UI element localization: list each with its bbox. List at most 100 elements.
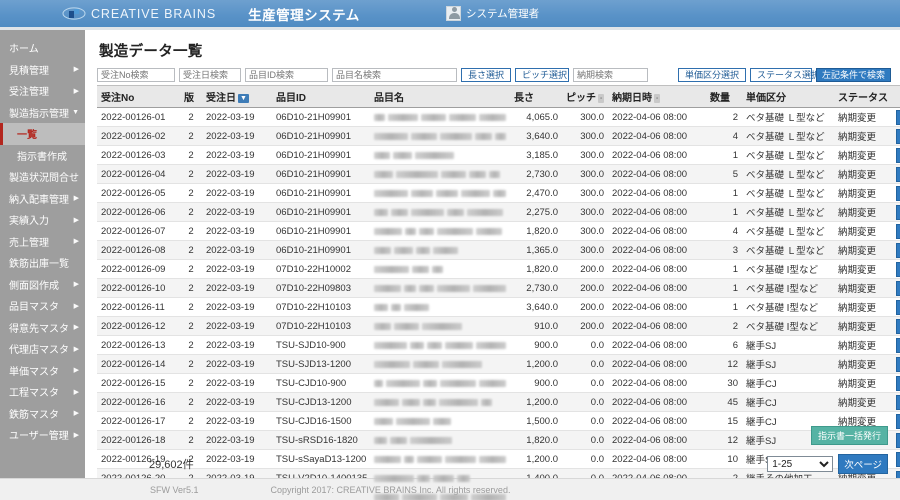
length-select-button[interactable]: 長さ選択 [461, 68, 512, 82]
table-row[interactable]: 2022-00126-13 2 2022-03-19 TSU-SJD10-900 900… [97, 335, 900, 355]
sidebar-item-10[interactable]: 鉄筋出庫一覧 [0, 252, 85, 274]
cell-action[interactable]: 指示書 [892, 259, 900, 279]
issue-instruction-button[interactable]: 指示書 [896, 337, 900, 353]
sidebar-item-8[interactable]: 実績入力 ▶ [0, 209, 85, 231]
issue-instruction-button[interactable]: 指示書 [896, 375, 900, 391]
sidebar-item-1[interactable]: 見積管理 ▶ [0, 59, 85, 81]
issue-instruction-button[interactable]: 指示書 [896, 147, 900, 163]
column-header-4[interactable]: 品目名 [370, 85, 510, 108]
column-header-10[interactable]: ステータス [834, 85, 892, 108]
column-header-0[interactable]: 受注No [97, 85, 180, 108]
sidebar-item-16[interactable]: 工程マスタ ▶ [0, 381, 85, 403]
table-row[interactable]: 2022-00126-11 2 2022-03-19 07D10-22H10103 3,… [97, 297, 900, 317]
table-row[interactable]: 2022-00126-14 2 2022-03-19 TSU-SJD13-1200 1,… [97, 354, 900, 374]
cell-action[interactable]: 指示書 [892, 392, 900, 412]
item-name-search-input[interactable] [332, 68, 457, 82]
table-row[interactable]: 2022-00126-15 2 2022-03-19 TSU-CJD10-900 900… [97, 373, 900, 393]
issue-instruction-button[interactable]: 指示書 [896, 185, 900, 201]
sidebar-item-18[interactable]: ユーザー管理 ▶ [0, 424, 85, 446]
table-row[interactable]: 2022-00126-02 2 2022-03-19 06D10-21H09901 3,… [97, 126, 900, 146]
sort-desc-icon[interactable]: ▼ [238, 94, 249, 103]
cell-action[interactable]: 指示書 [892, 373, 900, 393]
table-row[interactable]: 2022-00126-09 2 2022-03-19 07D10-22H10002 1,… [97, 259, 900, 279]
sidebar-item-12[interactable]: 品目マスタ ▶ [0, 295, 85, 317]
table-row[interactable]: 2022-00126-10 2 2022-03-19 07D10-22H09803 2,… [97, 278, 900, 298]
cell-action[interactable]: 指示書 [892, 411, 900, 431]
user-info[interactable]: システム管理者 [446, 0, 539, 27]
sidebar-item-17[interactable]: 鉄筋マスタ ▶ [0, 403, 85, 425]
column-header-2[interactable]: 受注日 ▼ [202, 85, 272, 108]
table-row[interactable]: 2022-00126-03 2 2022-03-19 06D10-21H09901 3,… [97, 145, 900, 165]
cell-action[interactable]: 指示書 [892, 297, 900, 317]
order-no-search-input[interactable] [97, 68, 175, 82]
table-row[interactable]: 2022-00126-04 2 2022-03-19 06D10-21H09901 2,… [97, 164, 900, 184]
item-id-search-input[interactable] [245, 68, 328, 82]
issue-instruction-button[interactable]: 指示書 [896, 318, 900, 334]
sidebar-item-5[interactable]: 指示書作成 [0, 145, 85, 167]
next-page-button[interactable]: 次ページ [838, 454, 888, 474]
cell-action[interactable]: 指示書 [892, 449, 900, 469]
sidebar-item-4[interactable]: 一覧 [0, 123, 85, 145]
delivery-date-search-input[interactable] [573, 68, 649, 82]
cell-action[interactable]: 指示書 [892, 430, 900, 450]
cell-action[interactable]: 指示書 [892, 335, 900, 355]
sort-none-icon[interactable]: - [654, 94, 661, 103]
column-header-11[interactable] [892, 85, 900, 108]
issue-instruction-button[interactable]: 指示書 [896, 432, 900, 448]
table-row[interactable]: 2022-00126-16 2 2022-03-19 TSU-CJD13-1200 1,… [97, 392, 900, 412]
cell-action[interactable]: 指示書 [892, 354, 900, 374]
cell-action[interactable]: 指示書 [892, 145, 900, 165]
sidebar-item-15[interactable]: 単価マスタ ▶ [0, 360, 85, 382]
issue-instruction-button[interactable]: 指示書 [896, 242, 900, 258]
pitch-select-button[interactable]: ピッチ選択 [515, 68, 570, 82]
issue-instruction-button[interactable]: 指示書 [896, 413, 900, 429]
column-header-6[interactable]: ピッチ - [562, 85, 608, 108]
cell-action[interactable]: 指示書 [892, 278, 900, 298]
sidebar-item-9[interactable]: 売上管理 ▶ [0, 231, 85, 253]
issue-instruction-button[interactable]: 指示書 [896, 261, 900, 277]
sidebar-item-7[interactable]: 納入配車管理 ▶ [0, 188, 85, 210]
sidebar-item-6[interactable]: 製造状況問合せ [0, 166, 85, 188]
search-button[interactable]: 左記条件で検索 [816, 68, 892, 82]
table-row[interactable]: 2022-00126-08 2 2022-03-19 06D10-21H09901 1,… [97, 240, 900, 260]
column-header-9[interactable]: 単価区分 [742, 85, 834, 108]
unit-category-select-button[interactable]: 単価区分選択 [678, 68, 747, 82]
sidebar-item-3[interactable]: 製造指示管理 ▼ [0, 102, 85, 124]
table-row[interactable]: 2022-00126-07 2 2022-03-19 06D10-21H09901 1,… [97, 221, 900, 241]
cell-action[interactable]: 指示書 [892, 164, 900, 184]
column-header-7[interactable]: 納期日時 - [608, 85, 706, 108]
brand-logo[interactable]: CREATIVE BRAINS [62, 6, 216, 21]
cell-action[interactable]: 指示書 [892, 183, 900, 203]
issue-instruction-button[interactable]: 指示書 [896, 451, 900, 467]
issue-instruction-button[interactable]: 指示書 [896, 109, 900, 125]
table-row[interactable]: 2022-00126-06 2 2022-03-19 06D10-21H09901 2,… [97, 202, 900, 222]
issue-instruction-button[interactable]: 指示書 [896, 356, 900, 372]
column-header-5[interactable]: 長さ [510, 85, 562, 108]
issue-instruction-button[interactable]: 指示書 [896, 223, 900, 239]
table-row[interactable]: 2022-00126-12 2 2022-03-19 07D10-22H10103 91… [97, 316, 900, 336]
cell-action[interactable]: 指示書 [892, 240, 900, 260]
page-range-select[interactable]: 1-25 [767, 456, 834, 472]
column-header-3[interactable]: 品目ID [272, 85, 370, 108]
issue-instruction-button[interactable]: 指示書 [896, 280, 900, 296]
column-header-1[interactable]: 版 [180, 85, 202, 108]
table-row[interactable]: 2022-00126-01 2 2022-03-19 06D10-21H09901 4,… [97, 107, 900, 127]
sidebar-item-0[interactable]: ホーム [0, 37, 85, 59]
order-date-search-input[interactable] [179, 68, 241, 82]
cell-action[interactable]: 指示書 [892, 126, 900, 146]
sidebar-item-2[interactable]: 受注管理 ▶ [0, 80, 85, 102]
sidebar-item-13[interactable]: 得意先マスタ ▶ [0, 317, 85, 339]
cell-action[interactable]: 指示書 [892, 221, 900, 241]
column-header-8[interactable]: 数量 [706, 85, 742, 108]
sort-none-icon[interactable]: - [598, 94, 605, 103]
issue-instruction-button[interactable]: 指示書 [896, 299, 900, 315]
issue-instruction-button[interactable]: 指示書 [896, 394, 900, 410]
issue-instruction-button[interactable]: 指示書 [896, 166, 900, 182]
issue-instruction-button[interactable]: 指示書 [896, 128, 900, 144]
sidebar-item-11[interactable]: 側面図作成 ▶ [0, 274, 85, 296]
bulk-issue-button[interactable]: 指示書一括発行 [810, 426, 888, 445]
cell-action[interactable]: 指示書 [892, 202, 900, 222]
issue-instruction-button[interactable]: 指示書 [896, 204, 900, 220]
status-select-button[interactable]: ステータス選択 [750, 68, 820, 82]
table-row[interactable]: 2022-00126-05 2 2022-03-19 06D10-21H09901 2,… [97, 183, 900, 203]
